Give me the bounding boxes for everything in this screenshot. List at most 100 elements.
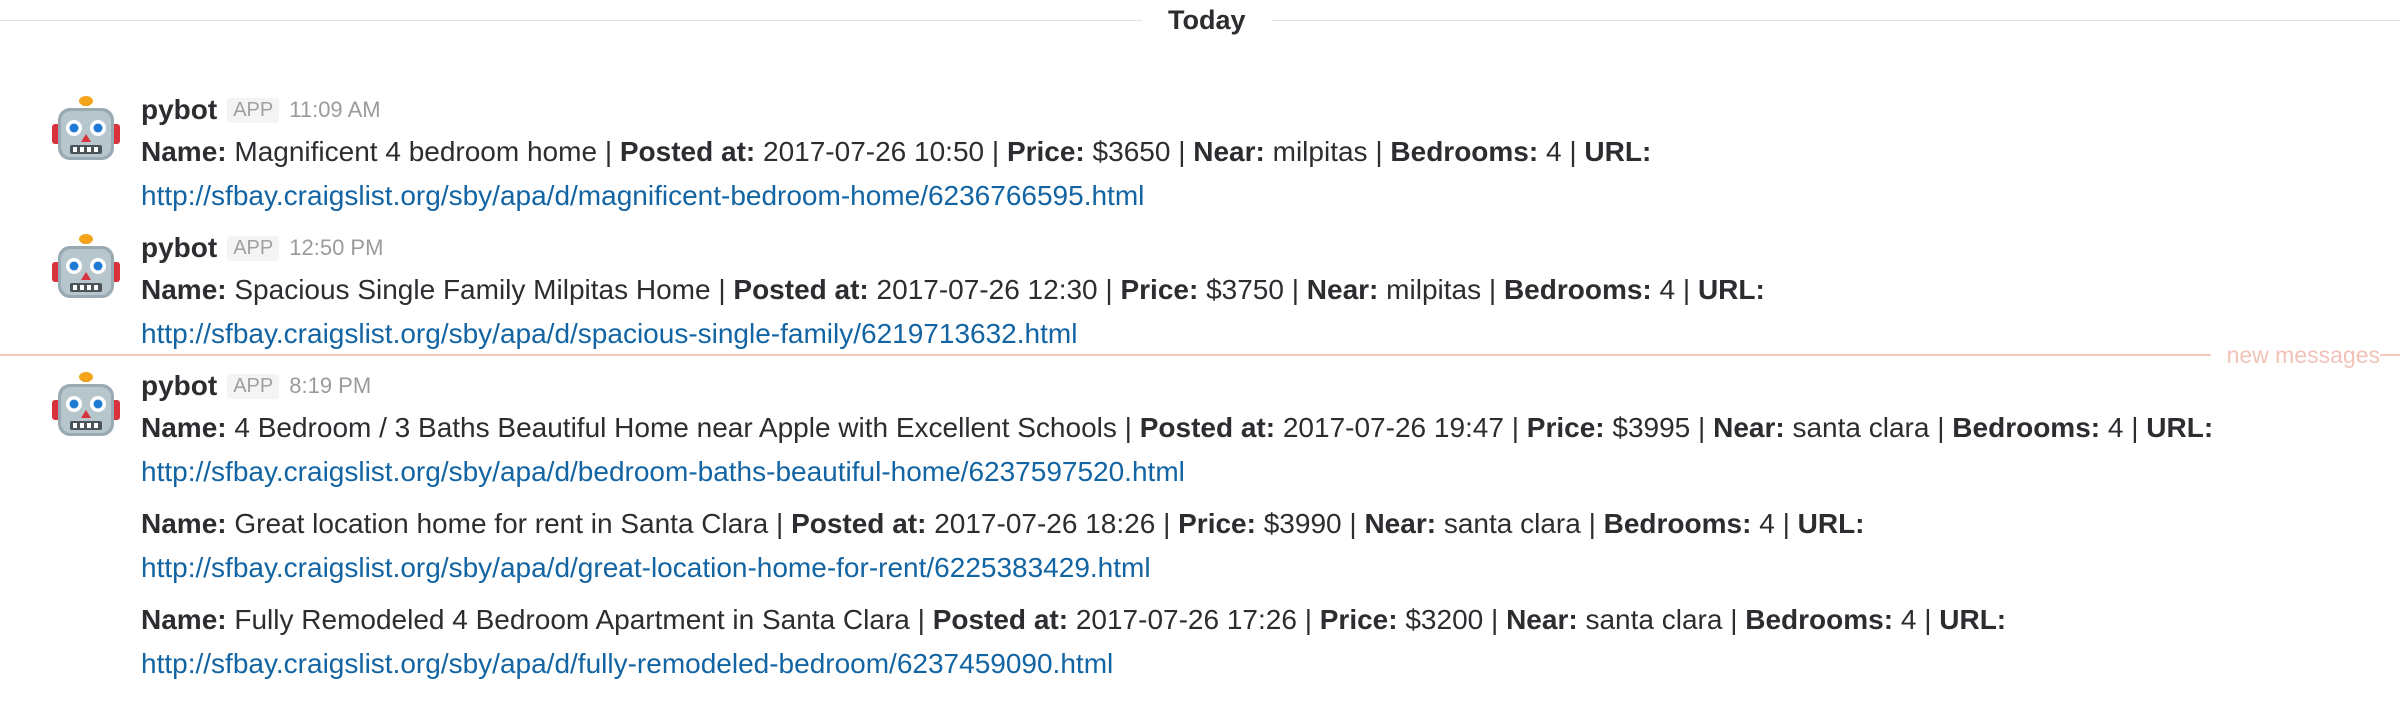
message-body: Name: Spacious Single Family Milpitas Ho… <box>141 268 1765 356</box>
separator: | <box>1163 508 1171 539</box>
bedrooms-label: Bedrooms: <box>1952 412 2101 443</box>
separator: | <box>604 136 613 167</box>
near-value: milpitas <box>1272 136 1368 167</box>
name-label: Name: <box>141 412 227 443</box>
listing-url-link[interactable]: http://sfbay.craigslist.org/sby/apa/d/gr… <box>141 552 1151 583</box>
price-label: Price: <box>1120 274 1199 305</box>
separator: | <box>1124 412 1132 443</box>
listing-details: Name: Fully Remodeled 4 Bedroom Apartmen… <box>141 598 2006 642</box>
timestamp[interactable]: 12:50 PM <box>289 235 383 260</box>
separator: | <box>1782 508 1790 539</box>
near-value: santa clara <box>1792 412 1930 443</box>
posted-value: 2017-07-26 17:26 <box>1075 604 1297 635</box>
separator: | <box>1924 604 1932 635</box>
separator: | <box>1291 274 1300 305</box>
bedrooms-label: Bedrooms: <box>1390 136 1539 167</box>
new-messages-label: new messages <box>2210 343 2380 369</box>
message-header: pybot APP 12:50 PM <box>141 232 383 268</box>
listing-url-link[interactable]: http://sfbay.craigslist.org/sby/apa/d/sp… <box>141 318 1077 349</box>
separator: | <box>1682 274 1691 305</box>
separator: | <box>1349 508 1357 539</box>
separator: | <box>1588 508 1596 539</box>
url-label: URL: <box>2146 412 2214 443</box>
url-label: URL: <box>1697 274 1765 305</box>
message-header: pybot APP 8:19 PM <box>141 370 371 406</box>
price-label: Price: <box>1006 136 1085 167</box>
bedrooms-label: Bedrooms: <box>1603 508 1752 539</box>
listing-name: 4 Bedroom / 3 Baths Beautiful Home near … <box>234 412 1117 443</box>
day-divider-label: Today <box>1142 0 1272 40</box>
separator: | <box>917 604 925 635</box>
name-label: Name: <box>141 274 227 305</box>
listing-details: Name: 4 Bedroom / 3 Baths Beautiful Home… <box>141 406 2213 450</box>
listing-name: Great location home for rent in Santa Cl… <box>234 508 769 539</box>
sender-name[interactable]: pybot <box>141 370 217 401</box>
near-label: Near: <box>1306 274 1379 305</box>
posted-value: 2017-07-26 10:50 <box>763 136 985 167</box>
message-header: pybot APP 11:09 AM <box>141 94 381 130</box>
separator: | <box>1105 274 1113 305</box>
name-label: Name: <box>141 508 227 539</box>
listing-url-link[interactable]: http://sfbay.craigslist.org/sby/apa/d/ma… <box>141 180 1144 211</box>
separator: | <box>1730 604 1738 635</box>
sender-name[interactable]: pybot <box>141 94 217 125</box>
robot-avatar-icon[interactable] <box>50 94 122 166</box>
listing-name: Spacious Single Family Milpitas Home <box>234 274 711 305</box>
robot-avatar-icon[interactable] <box>50 370 122 442</box>
near-label: Near: <box>1364 508 1437 539</box>
listing-details: Name: Great location home for rent in Sa… <box>141 502 1865 546</box>
day-divider: Today <box>0 0 2400 40</box>
listing-name: Fully Remodeled 4 Bedroom Apartment in S… <box>234 604 910 635</box>
price-label: Price: <box>1178 508 1256 539</box>
robot-avatar-icon[interactable] <box>50 232 122 304</box>
separator: | <box>1488 274 1497 305</box>
price-value: $3200 <box>1405 604 1484 635</box>
listing-details: Name: Spacious Single Family Milpitas Ho… <box>141 268 1765 312</box>
separator: | <box>718 274 726 305</box>
near-value: santa clara <box>1443 508 1581 539</box>
posted-label: Posted at: <box>619 136 756 167</box>
name-label: Name: <box>141 604 227 635</box>
price-label: Price: <box>1319 604 1398 635</box>
app-badge: APP <box>227 97 280 123</box>
listing-name: Magnificent 4 bedroom home <box>234 136 598 167</box>
price-label: Price: <box>1526 412 1605 443</box>
near-label: Near: <box>1713 412 1785 443</box>
posted-label: Posted at: <box>733 274 869 305</box>
bedrooms-value: 4 <box>2107 412 2124 443</box>
separator: | <box>991 136 1000 167</box>
separator: | <box>1491 604 1499 635</box>
message-body: Name: Great location home for rent in Sa… <box>141 502 1865 590</box>
message-body: Name: Magnificent 4 bedroom home | Poste… <box>141 130 1651 218</box>
bedrooms-label: Bedrooms: <box>1745 604 1894 635</box>
bedrooms-value: 4 <box>1659 274 1676 305</box>
price-value: $3750 <box>1206 274 1284 305</box>
message-body: Name: Fully Remodeled 4 Bedroom Apartmen… <box>141 598 2006 686</box>
separator: | <box>1698 412 1706 443</box>
separator: | <box>1375 136 1383 167</box>
separator: | <box>1937 412 1945 443</box>
posted-label: Posted at: <box>791 508 927 539</box>
separator: | <box>1569 136 1577 167</box>
app-badge: APP <box>227 235 280 261</box>
near-value: milpitas <box>1386 274 1482 305</box>
timestamp[interactable]: 8:19 PM <box>289 373 371 398</box>
url-label: URL: <box>1939 604 2007 635</box>
separator: | <box>2131 412 2139 443</box>
posted-label: Posted at: <box>932 604 1069 635</box>
posted-value: 2017-07-26 12:30 <box>876 274 1098 305</box>
url-label: URL: <box>1584 136 1652 167</box>
near-label: Near: <box>1506 604 1578 635</box>
message-body: Name: 4 Bedroom / 3 Baths Beautiful Home… <box>141 406 2213 494</box>
bedrooms-label: Bedrooms: <box>1503 274 1652 305</box>
posted-value: 2017-07-26 19:47 <box>1282 412 1504 443</box>
url-label: URL: <box>1797 508 1865 539</box>
timestamp[interactable]: 11:09 AM <box>289 97 380 122</box>
price-value: $3990 <box>1263 508 1342 539</box>
listing-url-link[interactable]: http://sfbay.craigslist.org/sby/apa/d/fu… <box>141 648 1113 679</box>
listing-url-link[interactable]: http://sfbay.craigslist.org/sby/apa/d/be… <box>141 456 1185 487</box>
near-value: santa clara <box>1585 604 1723 635</box>
app-badge: APP <box>227 373 280 399</box>
separator: | <box>1178 136 1186 167</box>
sender-name[interactable]: pybot <box>141 232 217 263</box>
